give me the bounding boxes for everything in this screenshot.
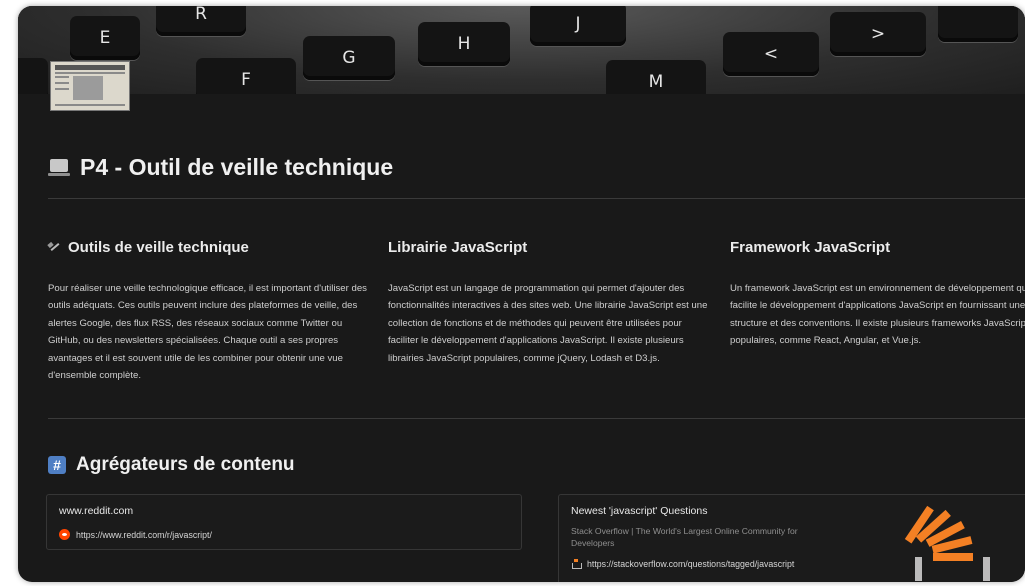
column-heading-text: Librairie JavaScript [388,238,528,256]
key-comma: < [723,32,819,76]
hash-icon: # [48,456,66,474]
key-slash [938,6,1018,42]
key-r: R [156,6,246,36]
key-e: E [70,16,140,60]
notion-page: E R F G H J M < > P4 - Outil de veille t… [18,6,1025,582]
stackoverflow-logo-icon [904,505,990,581]
key-m: M [606,60,706,94]
newspaper-icon[interactable] [50,61,130,111]
bookmark-description: Stack Overflow | The World's Largest Onl… [571,526,798,548]
column-body[interactable]: Pour réaliser une veille technologique e… [48,280,368,384]
column-body[interactable]: Un framework JavaScript est un environne… [730,280,1025,350]
stackoverflow-icon [571,559,582,569]
section-divider [48,418,1025,419]
reddit-icon [59,529,70,540]
title-divider [48,198,1025,199]
bookmark-url: https://stackoverflow.com/questions/tagg… [587,559,795,569]
hammer-icon [48,241,60,253]
newspaper-line [55,72,125,74]
section-heading: # Agrégateurs de contenu [48,454,295,476]
newspaper-line [55,82,69,84]
key-g: G [303,36,395,80]
page-title-row: P4 - Outil de veille technique [48,154,393,181]
bookmark-stackoverflow[interactable]: Newest 'javascript' Questions Stack Over… [558,494,1025,582]
column-heading-text: Framework JavaScript [730,238,891,256]
bookmark-url-row: https://www.reddit.com/r/javascript/ [59,529,212,540]
column-veille: Outils de veille technique Pour réaliser… [48,234,368,384]
column-framework: Framework JavaScript Un framework JavaSc… [730,234,1025,350]
newspaper-picture [73,76,103,100]
column-heading[interactable]: Librairie JavaScript [388,234,708,260]
bookmark-reddit[interactable]: www.reddit.com https://www.reddit.com/r/… [46,494,522,550]
laptop-screen [50,158,68,172]
column-heading-text: Outils de veille technique [68,238,249,256]
newspaper-line [55,104,125,106]
column-librairie: Librairie JavaScript JavaScript est un l… [388,234,708,367]
page-title[interactable]: P4 - Outil de veille technique [80,154,393,181]
section-title[interactable]: Agrégateurs de contenu [76,454,295,476]
newspaper-line [55,88,69,90]
column-body[interactable]: JavaScript est un langage de programmati… [388,280,708,367]
newspaper-line [55,76,69,78]
bookmark-title: www.reddit.com [59,505,134,517]
key-j: J [530,6,626,46]
key-period: > [830,12,926,56]
bookmark-title: Newest 'javascript' Questions [571,505,708,517]
cover-image[interactable]: E R F G H J M < > [18,6,1025,94]
bookmark-url-row: https://stackoverflow.com/questions/tagg… [571,559,794,569]
column-heading[interactable]: Framework JavaScript [730,234,1025,260]
column-heading[interactable]: Outils de veille technique [48,234,368,260]
bookmark-url: https://www.reddit.com/r/javascript/ [76,529,212,540]
newspaper-masthead [55,65,125,70]
laptop-icon [48,158,70,177]
key-left-edge [18,58,48,94]
key-h: H [418,22,510,66]
key-f: F [196,58,296,94]
laptop-base [48,172,70,176]
